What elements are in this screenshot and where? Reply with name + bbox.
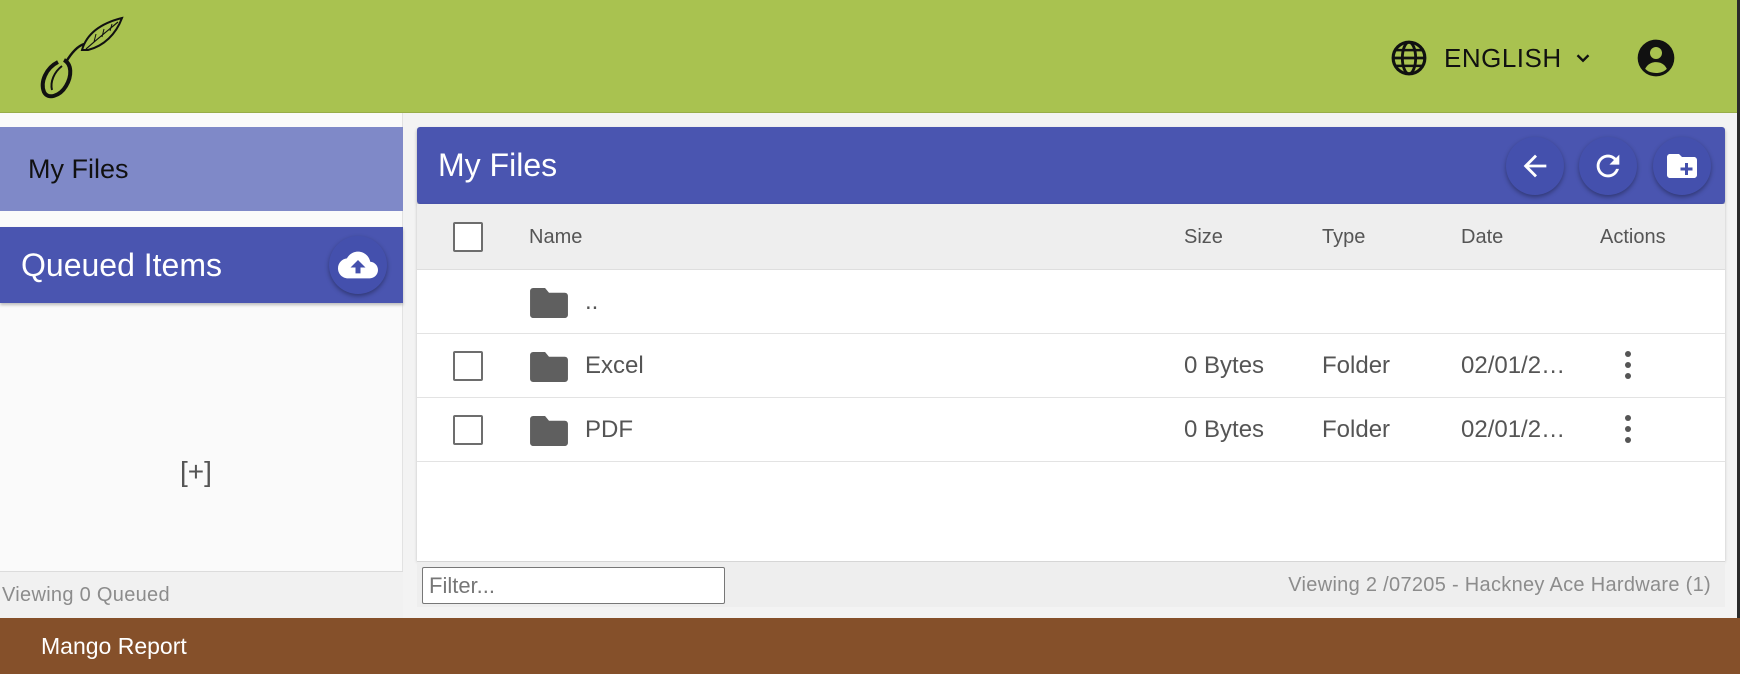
table-header: Name Size Type Date Actions [417, 204, 1725, 270]
panel-title: My Files [438, 147, 558, 183]
chevron-down-icon [1576, 54, 1589, 63]
column-header-size[interactable]: Size [1184, 204, 1223, 270]
more-vert-icon[interactable] [1622, 348, 1634, 384]
more-vert-icon[interactable] [1622, 412, 1634, 448]
file-type: Folder [1322, 416, 1391, 443]
refresh-button[interactable] [1579, 137, 1637, 195]
table-row[interactable]: PDF 0 Bytes Folder 02/01/2… [417, 398, 1725, 462]
language-selector[interactable]: ENGLISH [1390, 36, 1594, 80]
queued-items-header: Queued Items [0, 227, 403, 303]
file-name[interactable]: PDF [585, 398, 633, 462]
column-header-name[interactable]: Name [529, 204, 582, 270]
upload-button[interactable] [329, 236, 387, 294]
file-size: 0 Bytes [1184, 416, 1265, 443]
column-header-type[interactable]: Type [1322, 204, 1365, 270]
column-header-date[interactable]: Date [1461, 204, 1503, 270]
row-checkbox[interactable] [453, 351, 483, 381]
viewing-status: Viewing 2 /07205 - Hackney Ace Hardware … [1288, 573, 1711, 596]
file-size: 0 Bytes [1184, 352, 1265, 379]
select-all-checkbox[interactable] [453, 222, 483, 252]
top-header: ENGLISH [0, 0, 1740, 113]
arrow-back-icon [1523, 154, 1547, 178]
footer-label: Mango Report [41, 632, 187, 659]
globe-icon [1391, 40, 1427, 76]
folder-icon [530, 416, 568, 446]
mango-logo-icon[interactable] [36, 16, 126, 100]
queued-items-title: Queued Items [21, 246, 222, 283]
create-new-folder-icon [1667, 154, 1697, 178]
filter-input[interactable] [422, 567, 725, 604]
cloud-upload-icon [338, 251, 378, 279]
folder-icon [530, 352, 568, 382]
queued-status-text: Viewing 0 Queued [0, 571, 403, 618]
page-footer: Mango Report [0, 618, 1740, 674]
language-label: ENGLISH [1444, 42, 1562, 73]
file-name[interactable]: Excel [585, 334, 644, 398]
table-footer: Viewing 2 /07205 - Hackney Ace Hardware … [417, 561, 1725, 607]
create-folder-button[interactable] [1653, 137, 1711, 195]
table-row-parent[interactable]: .. [417, 270, 1725, 334]
back-button[interactable] [1506, 137, 1564, 195]
left-sidebar: My Files Queued Items [+] Viewing 0 Queu… [0, 113, 403, 618]
add-queue-item-link[interactable]: [+] [180, 456, 212, 488]
file-date: 02/01/2… [1461, 416, 1566, 443]
account-circle-icon[interactable] [1636, 38, 1676, 78]
file-name-parent[interactable]: .. [585, 270, 598, 334]
file-type: Folder [1322, 352, 1391, 379]
row-checkbox[interactable] [453, 415, 483, 445]
column-header-actions: Actions [1600, 225, 1666, 248]
file-date: 02/01/2… [1461, 352, 1566, 379]
files-panel-header: My Files [417, 127, 1725, 204]
file-table: Name Size Type Date Actions .. Excel 0 B… [417, 204, 1725, 607]
refresh-icon [1596, 154, 1620, 178]
folder-icon [530, 288, 568, 318]
table-row[interactable]: Excel 0 Bytes Folder 02/01/2… [417, 334, 1725, 398]
sidebar-item-my-files[interactable]: My Files [0, 127, 403, 211]
